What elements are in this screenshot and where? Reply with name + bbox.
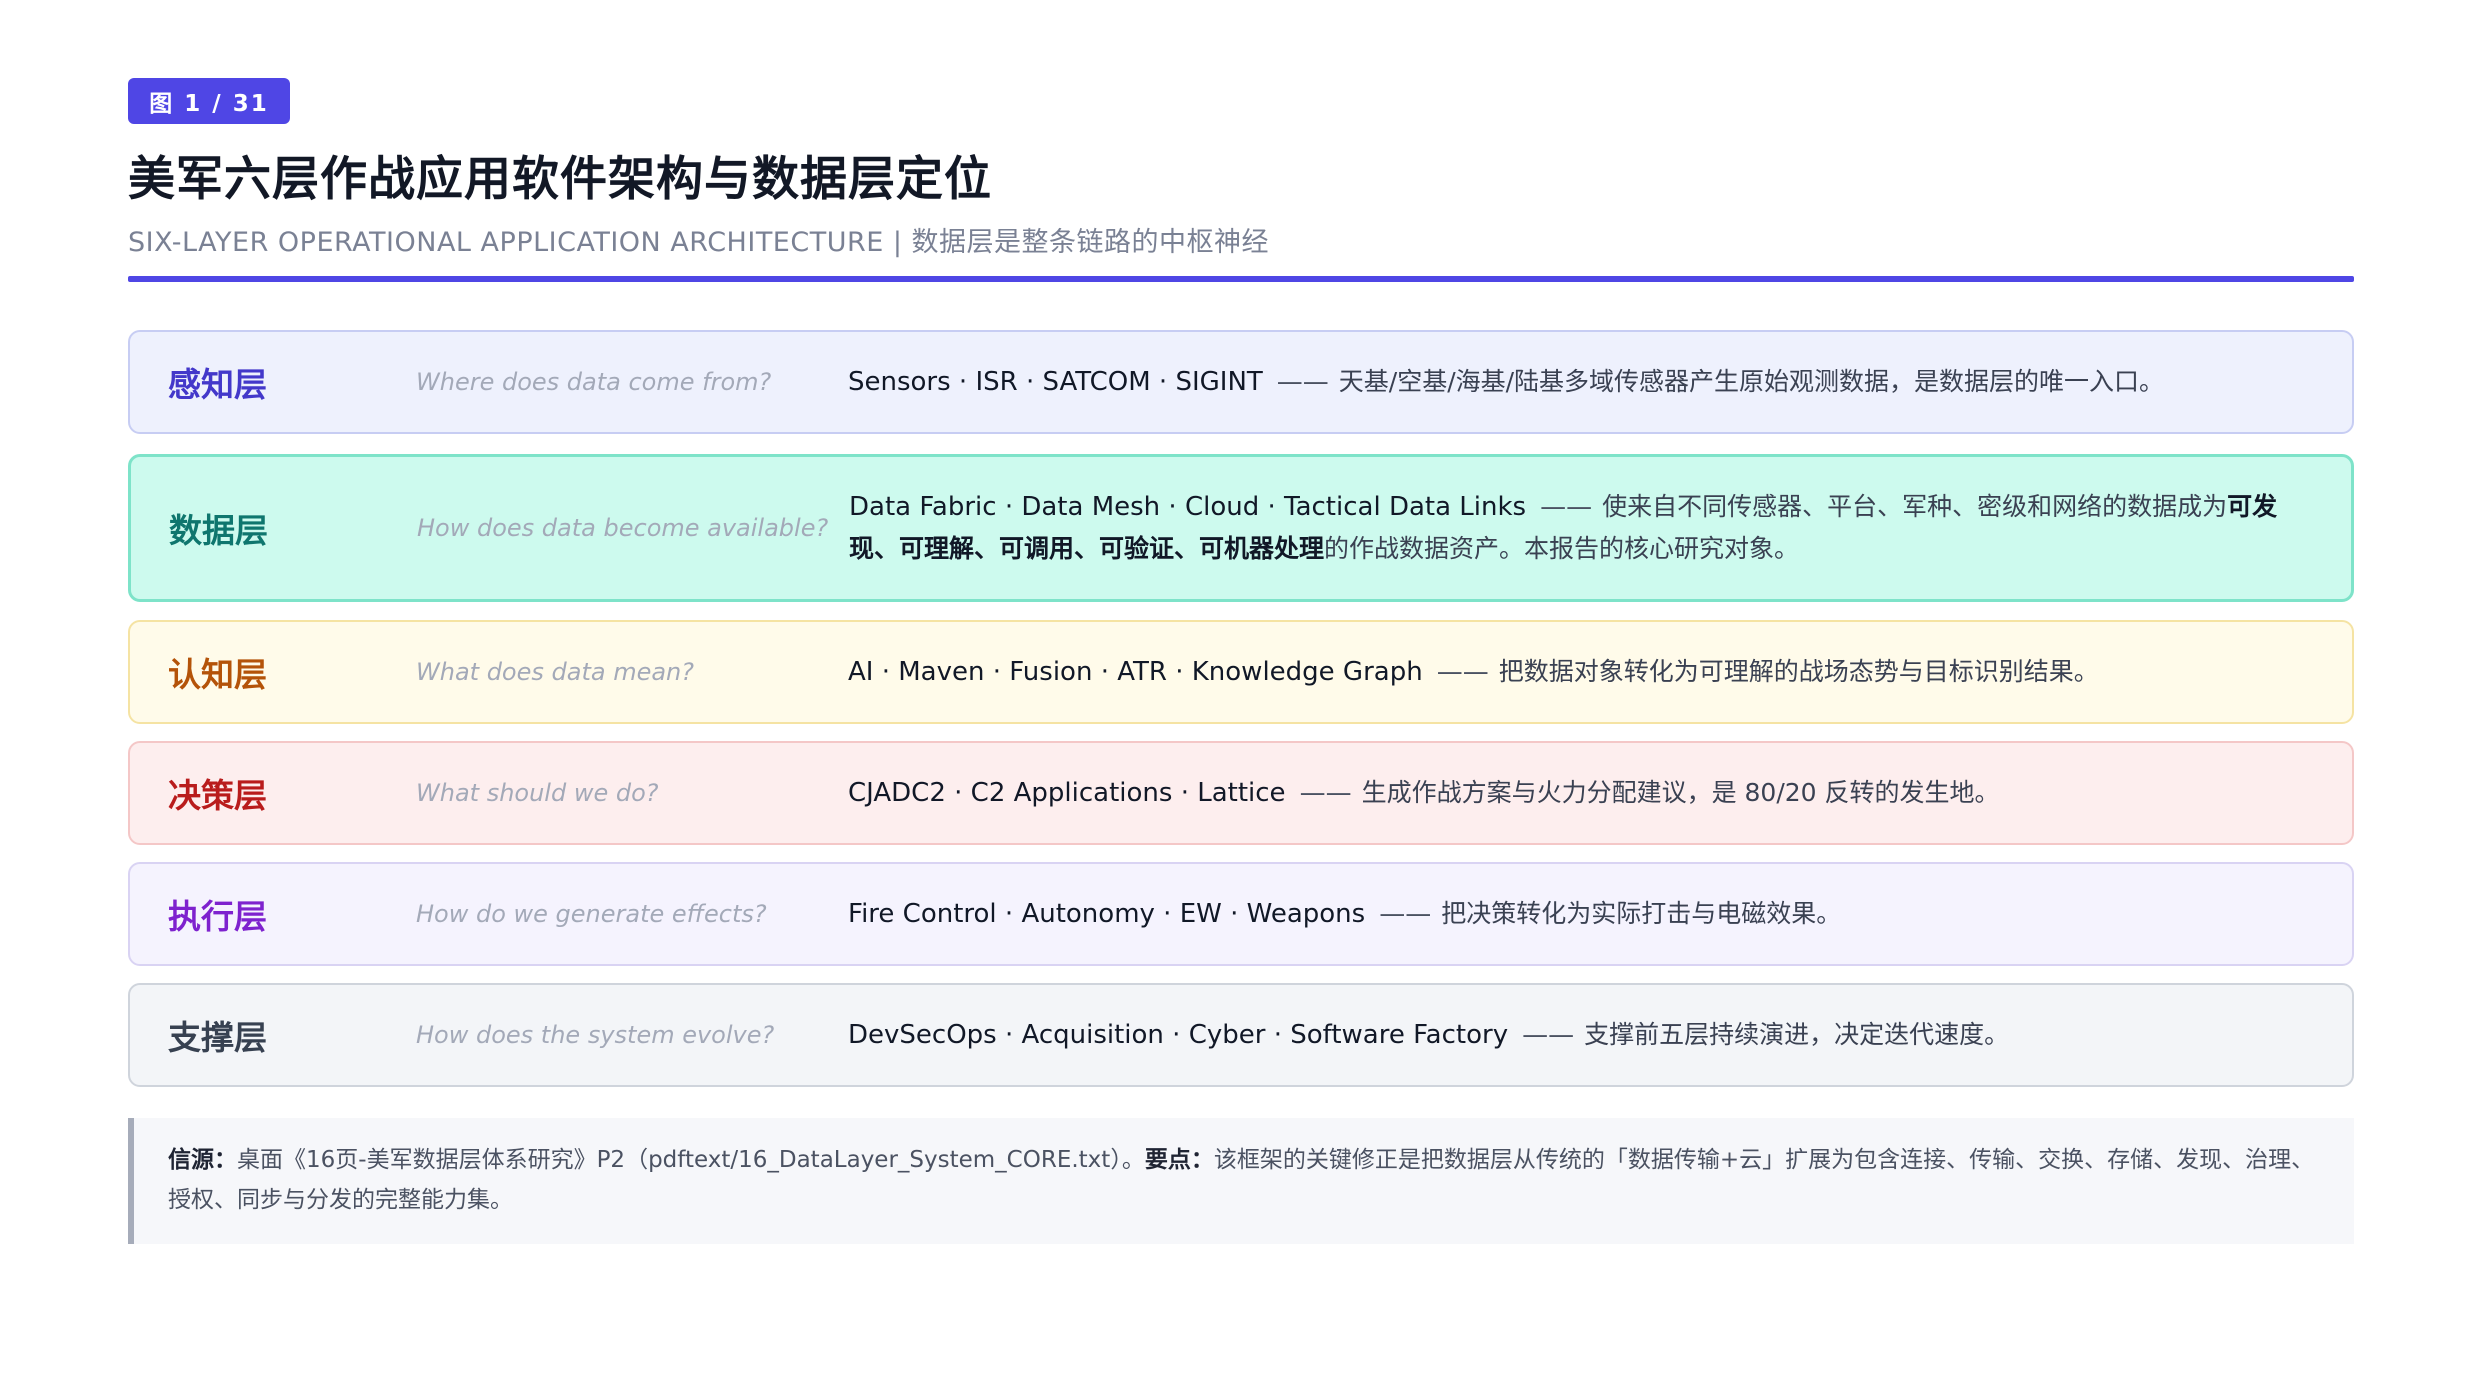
layer-description: AI · Maven · Fusion · ATR · Knowledge Gr… bbox=[848, 651, 2312, 693]
layer-text: 天基/空基/海基/陆基多域传感器产生原始观测数据，是数据层的唯一入口。 bbox=[1338, 367, 2165, 396]
layer-name: 决策层 bbox=[168, 776, 267, 815]
layer-text-c: 的作战数据资产。本报告的核心研究对象。 bbox=[1324, 534, 1800, 563]
source-text: 桌面《16页-美军数据层体系研究》P2（pdftext/16_DataLayer… bbox=[237, 1147, 1145, 1173]
layer-description: CJADC2 · C2 Applications · Lattice —— 生成作战… bbox=[848, 772, 2312, 814]
layer-text: 把数据对象转化为可理解的战场态势与目标识别结果。 bbox=[1498, 657, 2099, 686]
layer-tech: Sensors · ISR · SATCOM · SIGINT bbox=[848, 367, 1263, 397]
layer-tech: CJADC2 · C2 Applications · Lattice bbox=[848, 778, 1286, 808]
layer-tech: Data Fabric · Data Mesh · Cloud · Tactic… bbox=[849, 492, 1527, 522]
key-point-label: 要点： bbox=[1144, 1147, 1214, 1173]
dash-separator: —— bbox=[1276, 367, 1329, 397]
layer-perception: 感知层 Where does data come from? Sensors ·… bbox=[128, 330, 2354, 434]
layer-tech: Fire Control · Autonomy · EW · Weapons bbox=[848, 899, 1366, 929]
layer-question: How does data become available? bbox=[417, 514, 829, 542]
layer-support: 支撑层 How does the system evolve? DevSecOp… bbox=[128, 983, 2354, 1087]
layer-question: How does the system evolve? bbox=[416, 1021, 775, 1049]
layer-description: Sensors · ISR · SATCOM · SIGINT —— 天基/空基/海… bbox=[848, 361, 2312, 403]
dash-separator: —— bbox=[1299, 778, 1352, 808]
dash-separator: —— bbox=[1436, 657, 1489, 687]
figure-badge: 图 1 / 31 bbox=[128, 78, 290, 124]
layer-name: 认知层 bbox=[168, 655, 267, 694]
layer-text: 把决策转化为实际打击与电磁效果。 bbox=[1441, 899, 1842, 928]
layer-name: 数据层 bbox=[169, 511, 268, 550]
layer-description: Fire Control · Autonomy · EW · Weapons ——… bbox=[848, 893, 2312, 935]
layer-description: DevSecOps · Acquisition · Cyber · Softwa… bbox=[848, 1014, 2312, 1056]
layer-name: 感知层 bbox=[168, 365, 267, 404]
layer-decision: 决策层 What should we do? CJADC2 · C2 Appli… bbox=[128, 741, 2354, 845]
layer-question: Where does data come from? bbox=[416, 368, 772, 396]
layer-text: 支撑前五层持续演进，决定迭代速度。 bbox=[1584, 1020, 2010, 1049]
dash-separator: —— bbox=[1540, 492, 1593, 522]
layer-text-a: 使来自不同传感器、平台、军种、密级和网络的数据成为 bbox=[1602, 492, 2228, 521]
layer-name: 支撑层 bbox=[168, 1018, 267, 1057]
layer-question: What should we do? bbox=[416, 779, 659, 807]
layer-execution: 执行层 How do we generate effects? Fire Con… bbox=[128, 862, 2354, 966]
page-title: 美军六层作战应用软件架构与数据层定位 bbox=[128, 152, 992, 207]
layer-tech: AI · Maven · Fusion · ATR · Knowledge Gr… bbox=[848, 657, 1423, 687]
layer-text: 生成作战方案与火力分配建议，是 80/20 反转的发生地。 bbox=[1361, 778, 2000, 807]
dash-separator: —— bbox=[1379, 899, 1432, 929]
dash-separator: —— bbox=[1522, 1020, 1575, 1050]
layer-question: What does data mean? bbox=[416, 658, 694, 686]
source-label: 信源： bbox=[168, 1147, 237, 1173]
title-divider bbox=[128, 276, 2354, 282]
layer-data: 数据层 How does data become available? Data… bbox=[128, 454, 2354, 602]
layer-tech: DevSecOps · Acquisition · Cyber · Softwa… bbox=[848, 1020, 1509, 1050]
layer-cognition: 认知层 What does data mean? AI · Maven · Fu… bbox=[128, 620, 2354, 724]
layer-name: 执行层 bbox=[168, 897, 267, 936]
page-subtitle: SIX-LAYER OPERATIONAL APPLICATION ARCHIT… bbox=[128, 227, 1270, 258]
source-note: 信源：桌面《16页-美军数据层体系研究》P2（pdftext/16_DataLa… bbox=[128, 1118, 2354, 1244]
layer-description: Data Fabric · Data Mesh · Cloud · Tactic… bbox=[849, 486, 2311, 570]
layer-question: How do we generate effects? bbox=[416, 900, 767, 928]
